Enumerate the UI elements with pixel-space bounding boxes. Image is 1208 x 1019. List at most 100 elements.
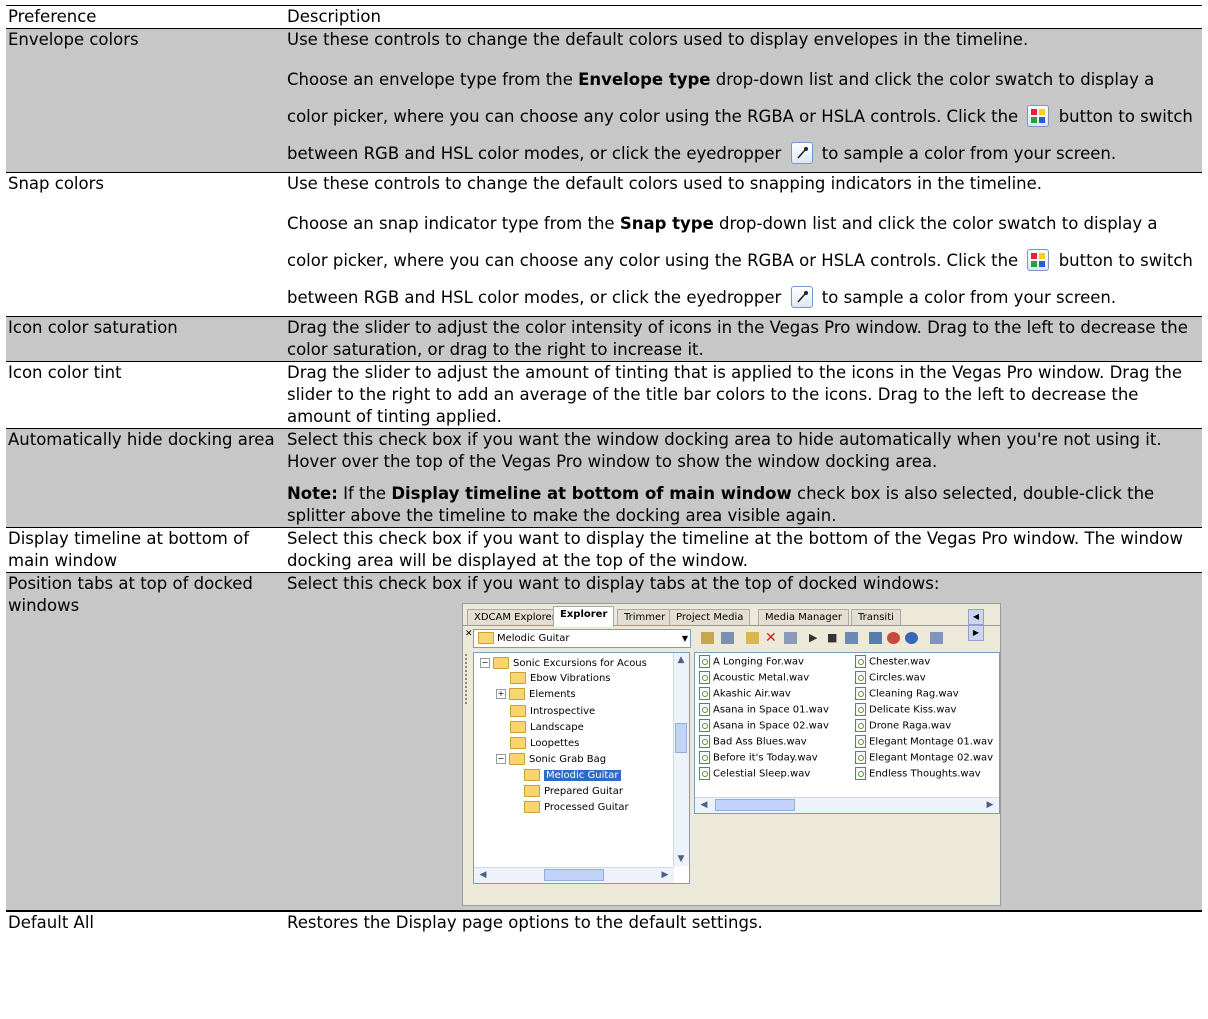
tree-item[interactable]: + Elements [496,688,576,702]
scroll-left-icon[interactable]: ◀ [476,868,490,882]
folder-icon [509,688,525,700]
wav-file-icon [855,735,866,748]
expand-icon[interactable]: + [496,689,506,699]
auto-preview-icon[interactable] [845,632,858,644]
pref-name: Default All [6,910,285,936]
folder-icon [524,801,540,813]
pref-name: Position tabs at top of docked windows [6,572,285,911]
list-item[interactable]: Cleaning Rag.wav [855,687,959,702]
tree-item-selected[interactable]: Melodic Guitar [524,769,621,783]
scroll-thumb[interactable] [675,723,687,753]
pref-desc-detail: Choose an snap indicator type from the S… [287,214,1193,308]
explorer-window-screenshot: XDCAM Explorer Explorer Trimmer Project … [462,603,1001,906]
list-item[interactable]: Delicate Kiss.wav [855,703,956,718]
path-dropdown[interactable]: Melodic Guitar ▼ [473,629,691,648]
view-menu-icon[interactable] [930,632,943,644]
list-item[interactable]: Akashic Air.wav [699,687,791,702]
scroll-thumb[interactable] [715,799,795,811]
pref-name: Snap colors [6,172,285,317]
list-item[interactable]: Celestial Sleep.wav [699,767,810,782]
row-autohide-docking: Automatically hide docking area Select t… [6,428,1202,528]
wav-file-icon [699,767,710,780]
pref-desc: Drag the slider to adjust the amount of … [285,361,1202,429]
table-header: Preference Description [6,5,1202,29]
envelope-type-label: Envelope type [578,70,711,89]
chevron-left-icon[interactable]: ◀ [968,609,984,625]
list-item[interactable]: Elegant Montage 01.wav [855,735,993,750]
collapse-icon[interactable]: − [480,658,490,668]
tab-trimmer[interactable]: Trimmer [617,609,673,625]
stop-icon[interactable]: ■ [827,632,840,644]
play-icon[interactable]: ▶ [809,632,822,644]
tree-item[interactable]: Prepared Guitar [524,785,623,799]
search-icon[interactable] [905,632,918,644]
row-tabs-top: Position tabs at top of docked windows S… [6,572,1202,911]
list-item[interactable]: Before it's Today.wav [699,751,818,766]
close-icon[interactable]: ✕ [465,627,473,641]
scroll-up-icon[interactable]: ▲ [674,653,688,667]
folder-icon [524,785,540,797]
pref-name: Icon color tint [6,361,285,429]
list-item[interactable]: Drone Raga.wav [855,719,951,734]
scroll-right-icon[interactable]: ▶ [658,868,672,882]
tab-xdcam-explorer[interactable]: XDCAM Explorer [467,609,563,625]
tab-explorer[interactable]: Explorer [553,606,615,627]
views-icon[interactable] [784,632,797,644]
list-item[interactable]: Elegant Montage 02.wav [855,751,993,766]
snap-type-label: Snap type [619,214,714,233]
scroll-right-icon[interactable]: ▶ [983,798,997,812]
tab-media-manager[interactable]: Media Manager [758,609,850,625]
file-list: A Longing For.wav Acoustic Metal.wav Aka… [694,652,1000,814]
scroll-down-icon[interactable]: ▼ [674,852,688,866]
scroll-left-icon[interactable]: ◀ [697,798,711,812]
dock-grip[interactable] [465,654,471,704]
list-item[interactable]: A Longing For.wav [699,655,804,670]
tree-item[interactable]: Loopettes [510,737,579,751]
up-folder-icon[interactable] [701,632,714,644]
tree-item[interactable]: Processed Guitar [524,801,629,815]
tab-scroll-arrows[interactable]: ◀▶ [968,609,998,641]
properties-icon[interactable] [869,632,882,644]
tree-vertical-scrollbar[interactable]: ▲ ▼ [673,653,689,866]
delete-icon[interactable]: ✕ [765,631,778,645]
tree-horizontal-scrollbar[interactable]: ◀ ▶ [474,867,674,883]
list-item[interactable]: Chester.wav [855,655,930,670]
new-folder-icon[interactable] [746,632,759,644]
chevron-down-icon[interactable]: ▼ [682,630,688,647]
favorites-icon[interactable] [887,632,900,644]
wav-file-icon [699,687,710,700]
list-item[interactable]: Acoustic Metal.wav [699,671,809,686]
wav-file-icon [855,671,866,684]
row-default-all: Default All Restores the Display page op… [6,910,1202,936]
tab-project-media[interactable]: Project Media [669,609,751,625]
wav-file-icon [855,751,866,764]
scroll-thumb[interactable] [544,869,604,881]
folder-icon [524,769,540,781]
explorer-toolbar: ✕ Melodic Guitar ▼ ✕ ▶ ■ [463,627,1000,649]
pref-desc: Use these controls to change the default… [287,174,1043,193]
list-item[interactable]: Endless Thoughts.wav [855,767,981,782]
list-item[interactable]: Circles.wav [855,671,926,686]
folder-icon [510,705,526,717]
list-item[interactable]: Bad Ass Blues.wav [699,735,807,750]
tree-item[interactable]: Introspective [510,705,595,719]
tab-transitions[interactable]: Transiti [851,609,901,625]
tree-item[interactable]: − Sonic Grab Bag [496,753,606,767]
files-horizontal-scrollbar[interactable]: ◀ ▶ [695,797,999,813]
pref-name: Icon color saturation [6,316,285,362]
tree-item[interactable]: − Sonic Excursions for Acous [480,657,647,671]
wav-file-icon [855,719,866,732]
pref-desc: Select this check box if you want the wi… [287,430,1162,471]
list-item[interactable]: Asana in Space 02.wav [699,719,829,734]
refresh-icon[interactable] [721,632,734,644]
folder-tree: − Sonic Excursions for Acous Ebow Vibrati… [473,652,690,884]
pref-name: Automatically hide docking area [6,428,285,528]
preferences-table: Preference Description Envelope colors U… [6,5,1202,936]
folder-icon [510,721,526,733]
tree-item[interactable]: Landscape [510,721,584,735]
color-mode-button-icon [1027,248,1050,271]
tree-item[interactable]: Ebow Vibrations [510,672,611,686]
pref-desc: Restores the Display page options to the… [285,910,1202,936]
collapse-icon[interactable]: − [496,754,506,764]
list-item[interactable]: Asana in Space 01.wav [699,703,829,718]
